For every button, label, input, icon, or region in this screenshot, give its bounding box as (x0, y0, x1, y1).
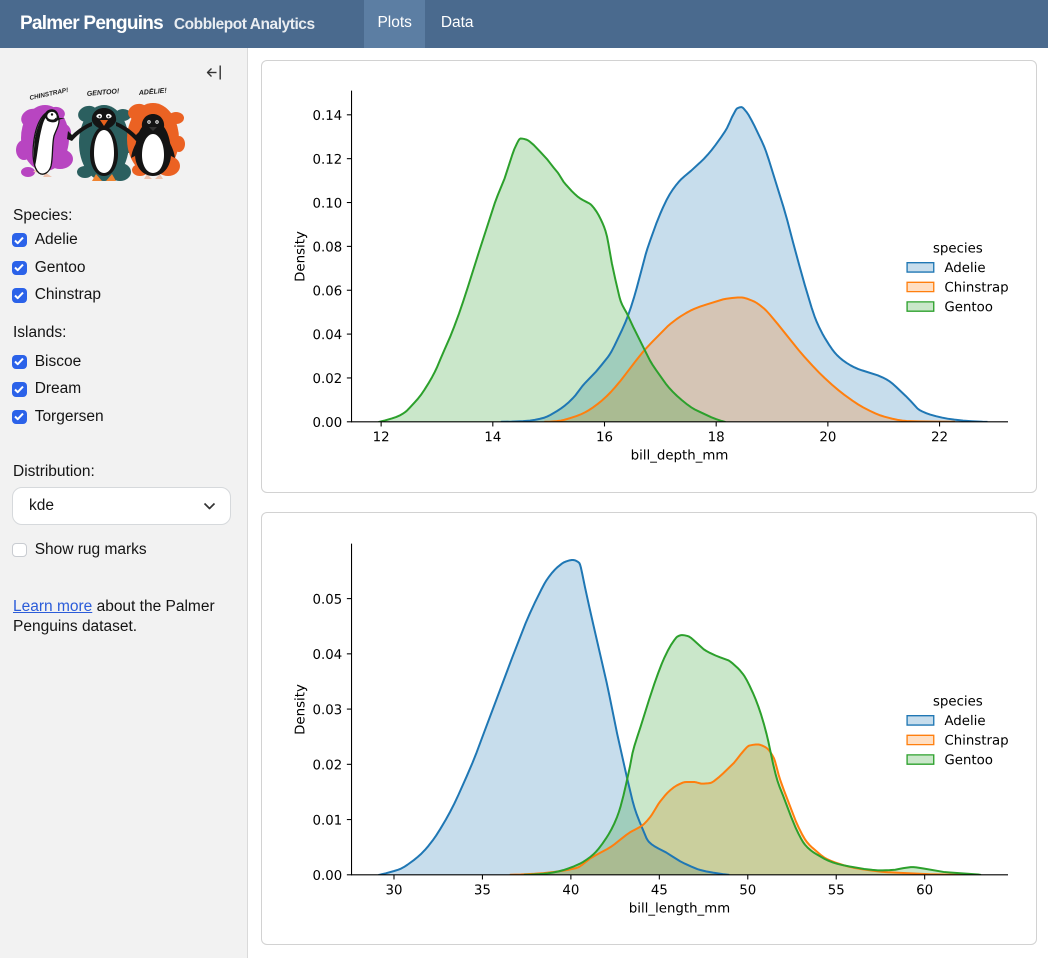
svg-text:ADĒLIE!: ADĒLIE! (137, 87, 167, 98)
svg-text:GENTOO!: GENTOO! (87, 88, 121, 98)
svg-text:CHINSTRAP!: CHINSTRAP! (29, 87, 70, 102)
